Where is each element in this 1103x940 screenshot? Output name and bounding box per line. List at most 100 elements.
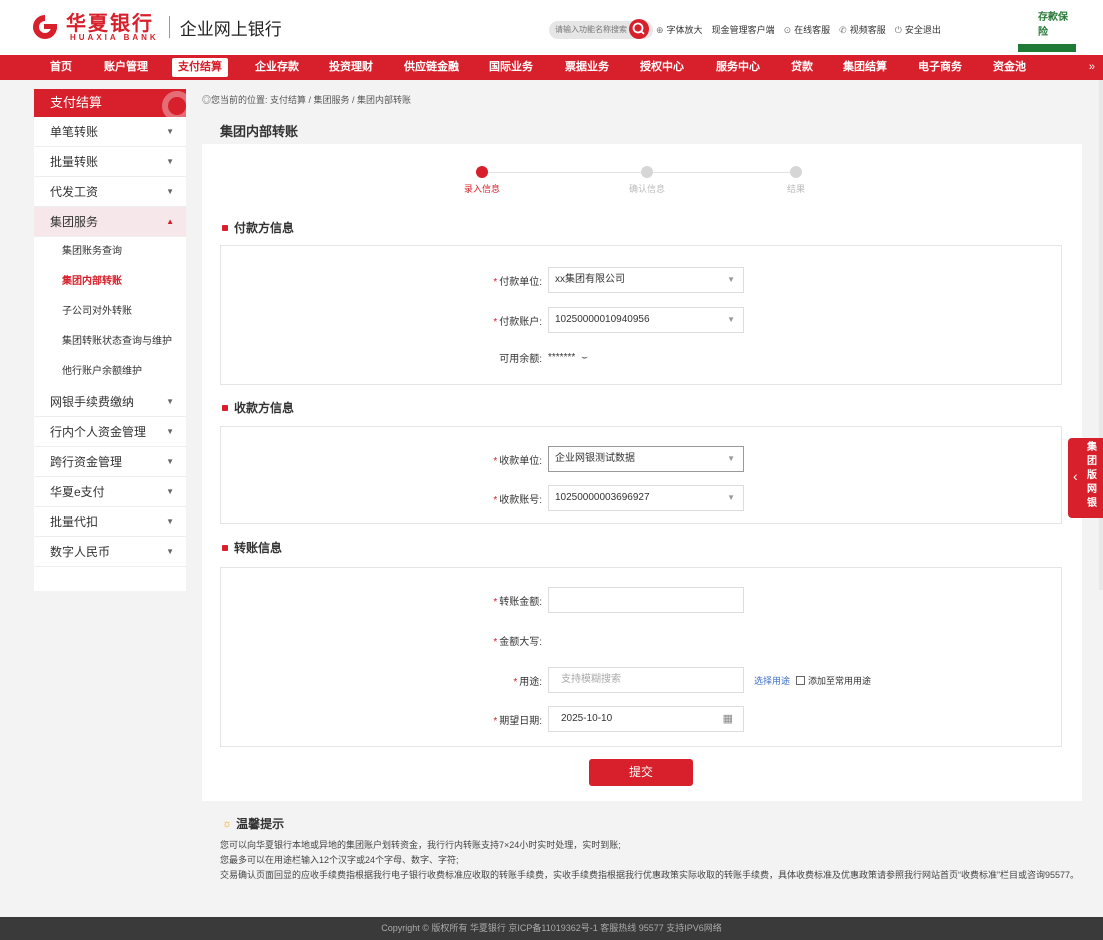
nav-item-payment[interactable]: 支付结算 [172,58,228,77]
power-icon: ⏻ [894,25,902,35]
select-purpose-link[interactable]: 选择用途 [754,674,790,687]
submit-button[interactable]: 提交 [589,759,693,786]
chat-icon: ⊙ [783,25,792,35]
payee-account-select[interactable]: 10250000003696927 ▼ [548,485,744,511]
section-payee-title: 收款方信息 [222,399,294,416]
payee-unit-row: * 收款单位: 企业网银测试数据 ▼ [480,446,744,472]
nav-item-account[interactable]: 账户管理 [104,55,148,80]
logout-link[interactable]: ⏻ 安全退出 [895,23,941,36]
payer-unit-label: * 付款单位: [493,276,542,288]
top-header: 华夏银行 HUAXIA BANK 企业网上银行 请输入功能名称搜索 ⊕ 字体放大 … [0,0,1103,55]
location-pin-icon: ◎ [202,95,212,105]
tips-title: ☼ 温馨提示 [222,817,285,831]
sidebar-sub-group-internal-transfer[interactable]: 集团内部转账 [34,267,186,297]
nav-item-service[interactable]: 服务中心 [716,55,760,80]
amount-input[interactable] [548,587,744,613]
step-label-input: 录入信息 [463,184,500,194]
nav-item-ecommerce[interactable]: 电子商务 [918,55,962,80]
sidebar-item-fee-payment[interactable]: 网银手续费缴纳 ▼ [34,387,186,417]
nav-item-home[interactable]: 首页 [50,55,72,80]
sidebar-item-cross-bank[interactable]: 跨行资金管理 ▼ [34,447,186,477]
payee-account-label: * 收款账号: [493,494,542,506]
sidebar-item-payroll[interactable]: 代发工资 ▼ [34,177,186,207]
sidebar-item-single-transfer[interactable]: 单笔转账 ▼ [34,117,186,147]
purpose-label: * 用途: [513,676,542,688]
sidebar-sub-group-account-query[interactable]: 集团账务查询 [34,237,186,267]
cash-client-link[interactable]: 现金管理客户端 [712,23,775,36]
page-title: 集团内部转账 [220,124,299,139]
purpose-input[interactable]: 支持模糊搜索 [548,667,744,693]
nav-item-international[interactable]: 国际业务 [489,55,533,80]
caret-down-icon: ▼ [166,547,174,556]
eye-hidden-icon[interactable]: ⌣ [581,352,588,363]
nav-item-investment[interactable]: 投资理财 [329,55,373,80]
nav-item-deposit[interactable]: 企业存款 [255,55,299,80]
date-input[interactable]: 2025-10-10 ▦ [548,706,744,732]
step-label-confirm: 确认信息 [628,184,665,194]
step-dot [641,166,653,178]
date-row: * 期望日期: 2025-10-10 ▦ [480,706,744,732]
lightbulb-icon: ☼ [222,817,233,830]
sidebar-item-batch-debit[interactable]: 批量代扣 ▼ [34,507,186,537]
sidebar-item-group-service[interactable]: 集团服务 ▲ [34,207,186,237]
caret-down-icon: ▼ [166,127,174,136]
zoom-icon: ⊕ [656,25,664,35]
add-common-checkbox[interactable] [796,675,806,685]
payee-unit-label: * 收款单位: [493,455,542,467]
payee-unit-select[interactable]: 企业网银测试数据 ▼ [548,446,744,472]
group-edition-tab[interactable]: ‹ 集团版网银 [1068,438,1103,518]
sidebar-item-personal-fund[interactable]: 行内个人资金管理 ▼ [34,417,186,447]
sidebar-item-batch-transfer[interactable]: 批量转账 ▼ [34,147,186,177]
caret-down-icon: ▼ [166,427,174,436]
amount-row: * 转账金额: [480,587,744,613]
step-connector [487,172,647,173]
sidebar-item-digital-rmb[interactable]: 数字人民币 ▼ [34,537,186,567]
nav-more-icon[interactable]: » [1089,55,1095,80]
section-marker [222,404,228,411]
calendar-icon[interactable]: ▦ [723,707,733,731]
search-button[interactable] [629,19,649,39]
caret-down-icon: ▼ [166,397,174,406]
chevron-down-icon: ▼ [727,315,735,324]
payer-unit-select[interactable]: xx集团有限公司 ▼ [548,267,744,293]
deposit-insurance-label: 存款保险 [1038,12,1068,38]
breadcrumb: ◎您当前的位置: 支付结算 / 集团服务 / 集团内部转账 [202,95,412,105]
sidebar-sub-subsidiary-transfer[interactable]: 子公司对外转账 [34,297,186,327]
step-connector [653,172,793,173]
payee-account-row: * 收款账号: 10250000003696927 ▼ [480,485,744,511]
nav-item-loan[interactable]: 贷款 [791,55,813,80]
balance-row: 可用余额: ******* ⌣ [480,350,588,365]
section-marker [222,224,228,231]
section-marker [222,544,228,551]
nav-item-cash-pool[interactable]: 资金池 [993,55,1026,80]
caret-down-icon: ▼ [166,187,174,196]
sidebar-sub-other-bank-balance[interactable]: 他行账户余额维护 [34,357,186,387]
video-service-link[interactable]: ✆ 视频客服 [839,23,886,36]
nav-item-supply-chain[interactable]: 供应链金融 [404,55,459,80]
decorative-ring-icon [162,91,186,117]
payer-account-select[interactable]: 10250000010940956 ▼ [548,307,744,333]
bank-logo[interactable]: 华夏银行 HUAXIA BANK 企业网上银行 [30,12,282,42]
chevron-down-icon: ▼ [727,275,735,284]
caret-up-icon: ▲ [166,217,174,226]
logo-divider [168,16,170,38]
main-nav: 首页 账户管理 支付结算 企业存款 投资理财 供应链金融 国际业务 票据业务 授… [0,55,1103,80]
search-icon [632,22,645,35]
step-dot [790,166,802,178]
sidebar-item-e-pay[interactable]: 华夏e支付 ▼ [34,477,186,507]
brand-subtitle: 企业网上银行 [179,19,282,40]
nav-item-auth[interactable]: 授权中心 [640,55,684,80]
purpose-row: * 用途: 支持模糊搜索 选择用途 添加至常用用途 [480,667,871,693]
brand-name: 华夏银行 [66,10,154,35]
font-zoom-link[interactable]: ⊕ 字体放大 [656,23,703,36]
sidebar-sub-transfer-status[interactable]: 集团转账状态查询与维护 [34,327,186,357]
date-label: * 期望日期: [493,715,542,727]
nav-item-group-settle[interactable]: 集团结算 [843,55,887,80]
caret-down-icon: ▼ [166,157,174,166]
deposit-insurance-badge[interactable]: 存款保险 [1018,8,1076,52]
phone-icon: ✆ [839,25,847,35]
section-transfer-title: 转账信息 [222,539,282,556]
payer-account-row: * 付款账户: 10250000010940956 ▼ [480,307,744,333]
online-service-link[interactable]: ⊙ 在线客服 [784,23,831,36]
nav-item-bills[interactable]: 票据业务 [565,55,609,80]
